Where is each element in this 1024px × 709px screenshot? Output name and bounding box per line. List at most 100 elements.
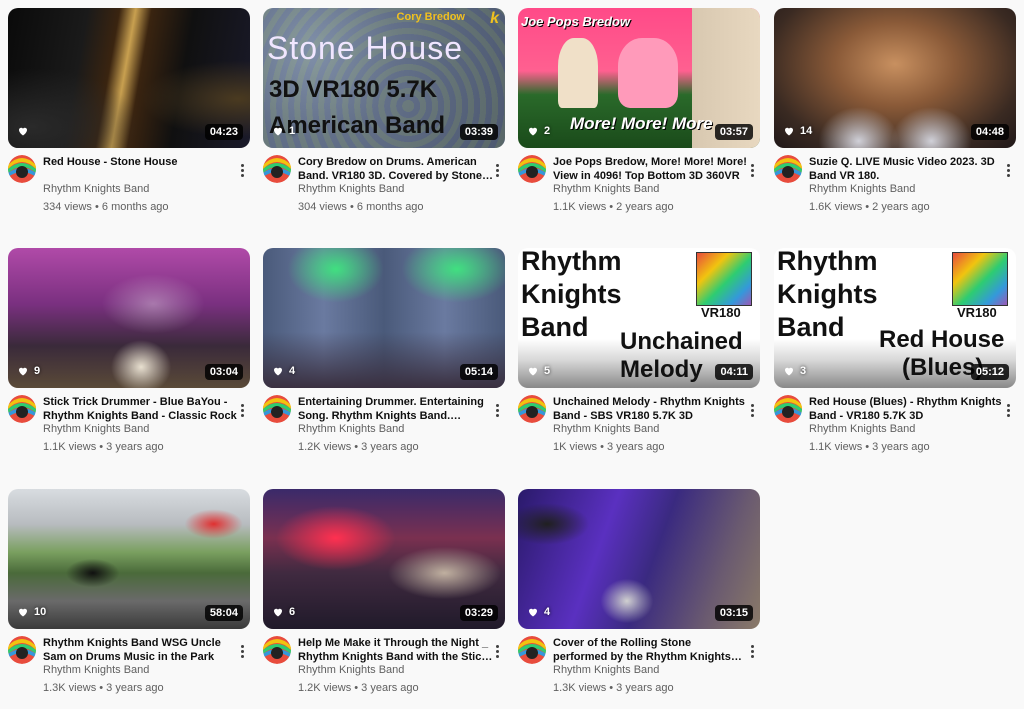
channel-name[interactable]: Rhythm Knights Band [43,423,149,435]
thumb-footer: More! More! More [570,114,713,133]
video-meta: 334 views • 6 months ago [43,201,169,213]
thumb-line3: American Band [269,112,446,139]
more-options-icon[interactable] [491,402,503,418]
video-card[interactable]: 14 04:48 Suzie Q. LIVE Music Video 2023.… [774,8,1016,228]
likes-badge: 10 [17,604,46,620]
more-options-icon[interactable] [236,402,248,418]
video-meta: 1.1K views • 3 years ago [809,441,930,453]
video-thumbnail[interactable]: 14 04:48 [774,8,1016,148]
likes-badge: 2 [527,123,550,139]
more-options-icon[interactable] [236,162,248,178]
video-thumbnail[interactable]: Joe Pops Bredow More! More! More 2 03:57 [518,8,760,148]
like-count: 4 [544,606,551,618]
duration-badge: 03:39 [459,124,498,140]
more-options-icon[interactable] [236,643,248,659]
video-title[interactable]: Cory Bredow on Drums. American Band. VR1… [298,155,493,183]
video-thumbnail[interactable]: Cory Bredow k Stone House 3D VR180 5.7K … [263,8,505,148]
channel-avatar[interactable] [8,155,36,183]
video-card[interactable]: Rhythm Knights Band VR180 Red House (Blu… [774,248,1016,468]
more-options-icon[interactable] [491,162,503,178]
channel-name[interactable]: Rhythm Knights Band [298,664,404,676]
more-options-icon[interactable] [491,643,503,659]
channel-name[interactable]: Rhythm Knights Band [553,183,659,195]
more-options-icon[interactable] [1002,402,1014,418]
duration-badge: 05:12 [970,364,1009,380]
heart-icon [274,367,282,376]
channel-name[interactable]: Rhythm Knights Band [298,423,404,435]
channel-avatar[interactable] [518,636,546,664]
video-title[interactable]: Red House (Blues) - Rhythm Knights Band … [809,395,1004,423]
like-count: 3 [800,365,807,377]
video-meta: 1.2K views • 3 years ago [298,441,419,453]
more-options-icon[interactable] [746,162,758,178]
like-count: 9 [34,365,41,377]
more-options-icon[interactable] [1002,162,1014,178]
video-title[interactable]: Suzie Q. LIVE Music Video 2023. 3D Band … [809,155,1004,183]
video-card[interactable]: 04:23 Red House - Stone House Rhythm Kni… [8,8,250,228]
video-title[interactable]: Entertaining Drummer. Entertaining Song.… [298,395,493,423]
video-card[interactable]: 4 05:14 Entertaining Drummer. Entertaini… [263,248,505,468]
like-count: 10 [34,606,47,618]
video-thumbnail[interactable]: 4 03:15 [518,489,760,629]
channel-avatar[interactable] [774,395,802,423]
thumb-brand: Cory Bredow [396,11,465,23]
video-thumbnail[interactable]: 9 03:04 [8,248,250,388]
video-grid: 04:23 Red House - Stone House Rhythm Kni… [0,0,1024,703]
video-thumbnail[interactable]: 6 03:29 [263,489,505,629]
video-thumbnail[interactable]: Rhythm Knights Band VR180 Red House (Blu… [774,248,1016,388]
video-meta: 1.6K views • 2 years ago [809,201,930,213]
video-card[interactable]: Joe Pops Bredow More! More! More 2 03:57… [518,8,760,228]
duration-badge: 04:23 [204,124,243,140]
channel-avatar[interactable] [518,155,546,183]
video-card[interactable]: Rhythm Knights Band VR180 Unchained Melo… [518,248,760,468]
like-count: 6 [289,606,296,618]
video-card[interactable]: 6 03:29 Help Me Make it Through the Nigh… [263,489,505,709]
thumb-song-line1: Red House [879,326,1005,353]
duration-badge: 03:57 [714,124,753,140]
likes-badge: 9 [17,363,40,379]
video-title[interactable]: Cover of the Rolling Stone performed by … [553,636,748,664]
video-thumbnail[interactable]: 10 58:04 [8,489,250,629]
more-options-icon[interactable] [746,643,758,659]
video-title[interactable]: Joe Pops Bredow, More! More! More! View … [553,155,748,183]
heart-icon [19,608,27,617]
thumb-line3: Band [521,312,589,342]
channel-name[interactable]: Rhythm Knights Band [553,664,659,676]
channel-avatar[interactable] [8,395,36,423]
channel-avatar[interactable] [263,636,291,664]
channel-name[interactable]: Rhythm Knights Band [43,664,149,676]
duration-badge: 03:15 [714,605,753,621]
thumb-title: Stone House [267,30,464,66]
thumb-tag: VR180 [701,305,741,320]
channel-name[interactable]: Rhythm Knights Band [43,183,149,195]
more-options-icon[interactable] [746,402,758,418]
video-card[interactable]: 4 03:15 Cover of the Rolling Stone perfo… [518,489,760,709]
channel-name[interactable]: Rhythm Knights Band [809,423,915,435]
logo-mark: k [490,10,499,27]
video-meta: 1.1K views • 3 years ago [43,441,164,453]
channel-avatar[interactable] [8,636,36,664]
video-title[interactable]: Unchained Melody - Rhythm Knights Band -… [553,395,748,423]
video-title[interactable]: Rhythm Knights Band WSG Uncle Sam on Dru… [43,636,238,664]
video-thumbnail[interactable]: 04:23 [8,8,250,148]
channel-avatar[interactable] [518,395,546,423]
video-card[interactable]: 9 03:04 Stick Trick Drummer - Blue BaYou… [8,248,250,468]
video-thumbnail[interactable]: Rhythm Knights Band VR180 Unchained Melo… [518,248,760,388]
thumb-title: Joe Pops Bredow [521,14,631,29]
video-title[interactable]: Help Me Make it Through the Night _ Rhyt… [298,636,493,664]
like-count: 14 [800,125,813,137]
video-meta: 1.2K views • 3 years ago [298,682,419,694]
video-card[interactable]: Cory Bredow k Stone House 3D VR180 5.7K … [263,8,505,228]
channel-name[interactable]: Rhythm Knights Band [809,183,915,195]
channel-avatar[interactable] [774,155,802,183]
channel-avatar[interactable] [263,395,291,423]
video-card[interactable]: 10 58:04 Rhythm Knights Band WSG Uncle S… [8,489,250,709]
channel-avatar[interactable] [263,155,291,183]
video-title[interactable]: Red House - Stone House [43,155,238,169]
video-title[interactable]: Stick Trick Drummer - Blue BaYou - Rhyth… [43,395,238,423]
channel-name[interactable]: Rhythm Knights Band [298,183,404,195]
video-meta: 1.3K views • 3 years ago [43,682,164,694]
video-thumbnail[interactable]: 4 05:14 [263,248,505,388]
channel-name[interactable]: Rhythm Knights Band [553,423,659,435]
likes-badge: 4 [527,604,550,620]
